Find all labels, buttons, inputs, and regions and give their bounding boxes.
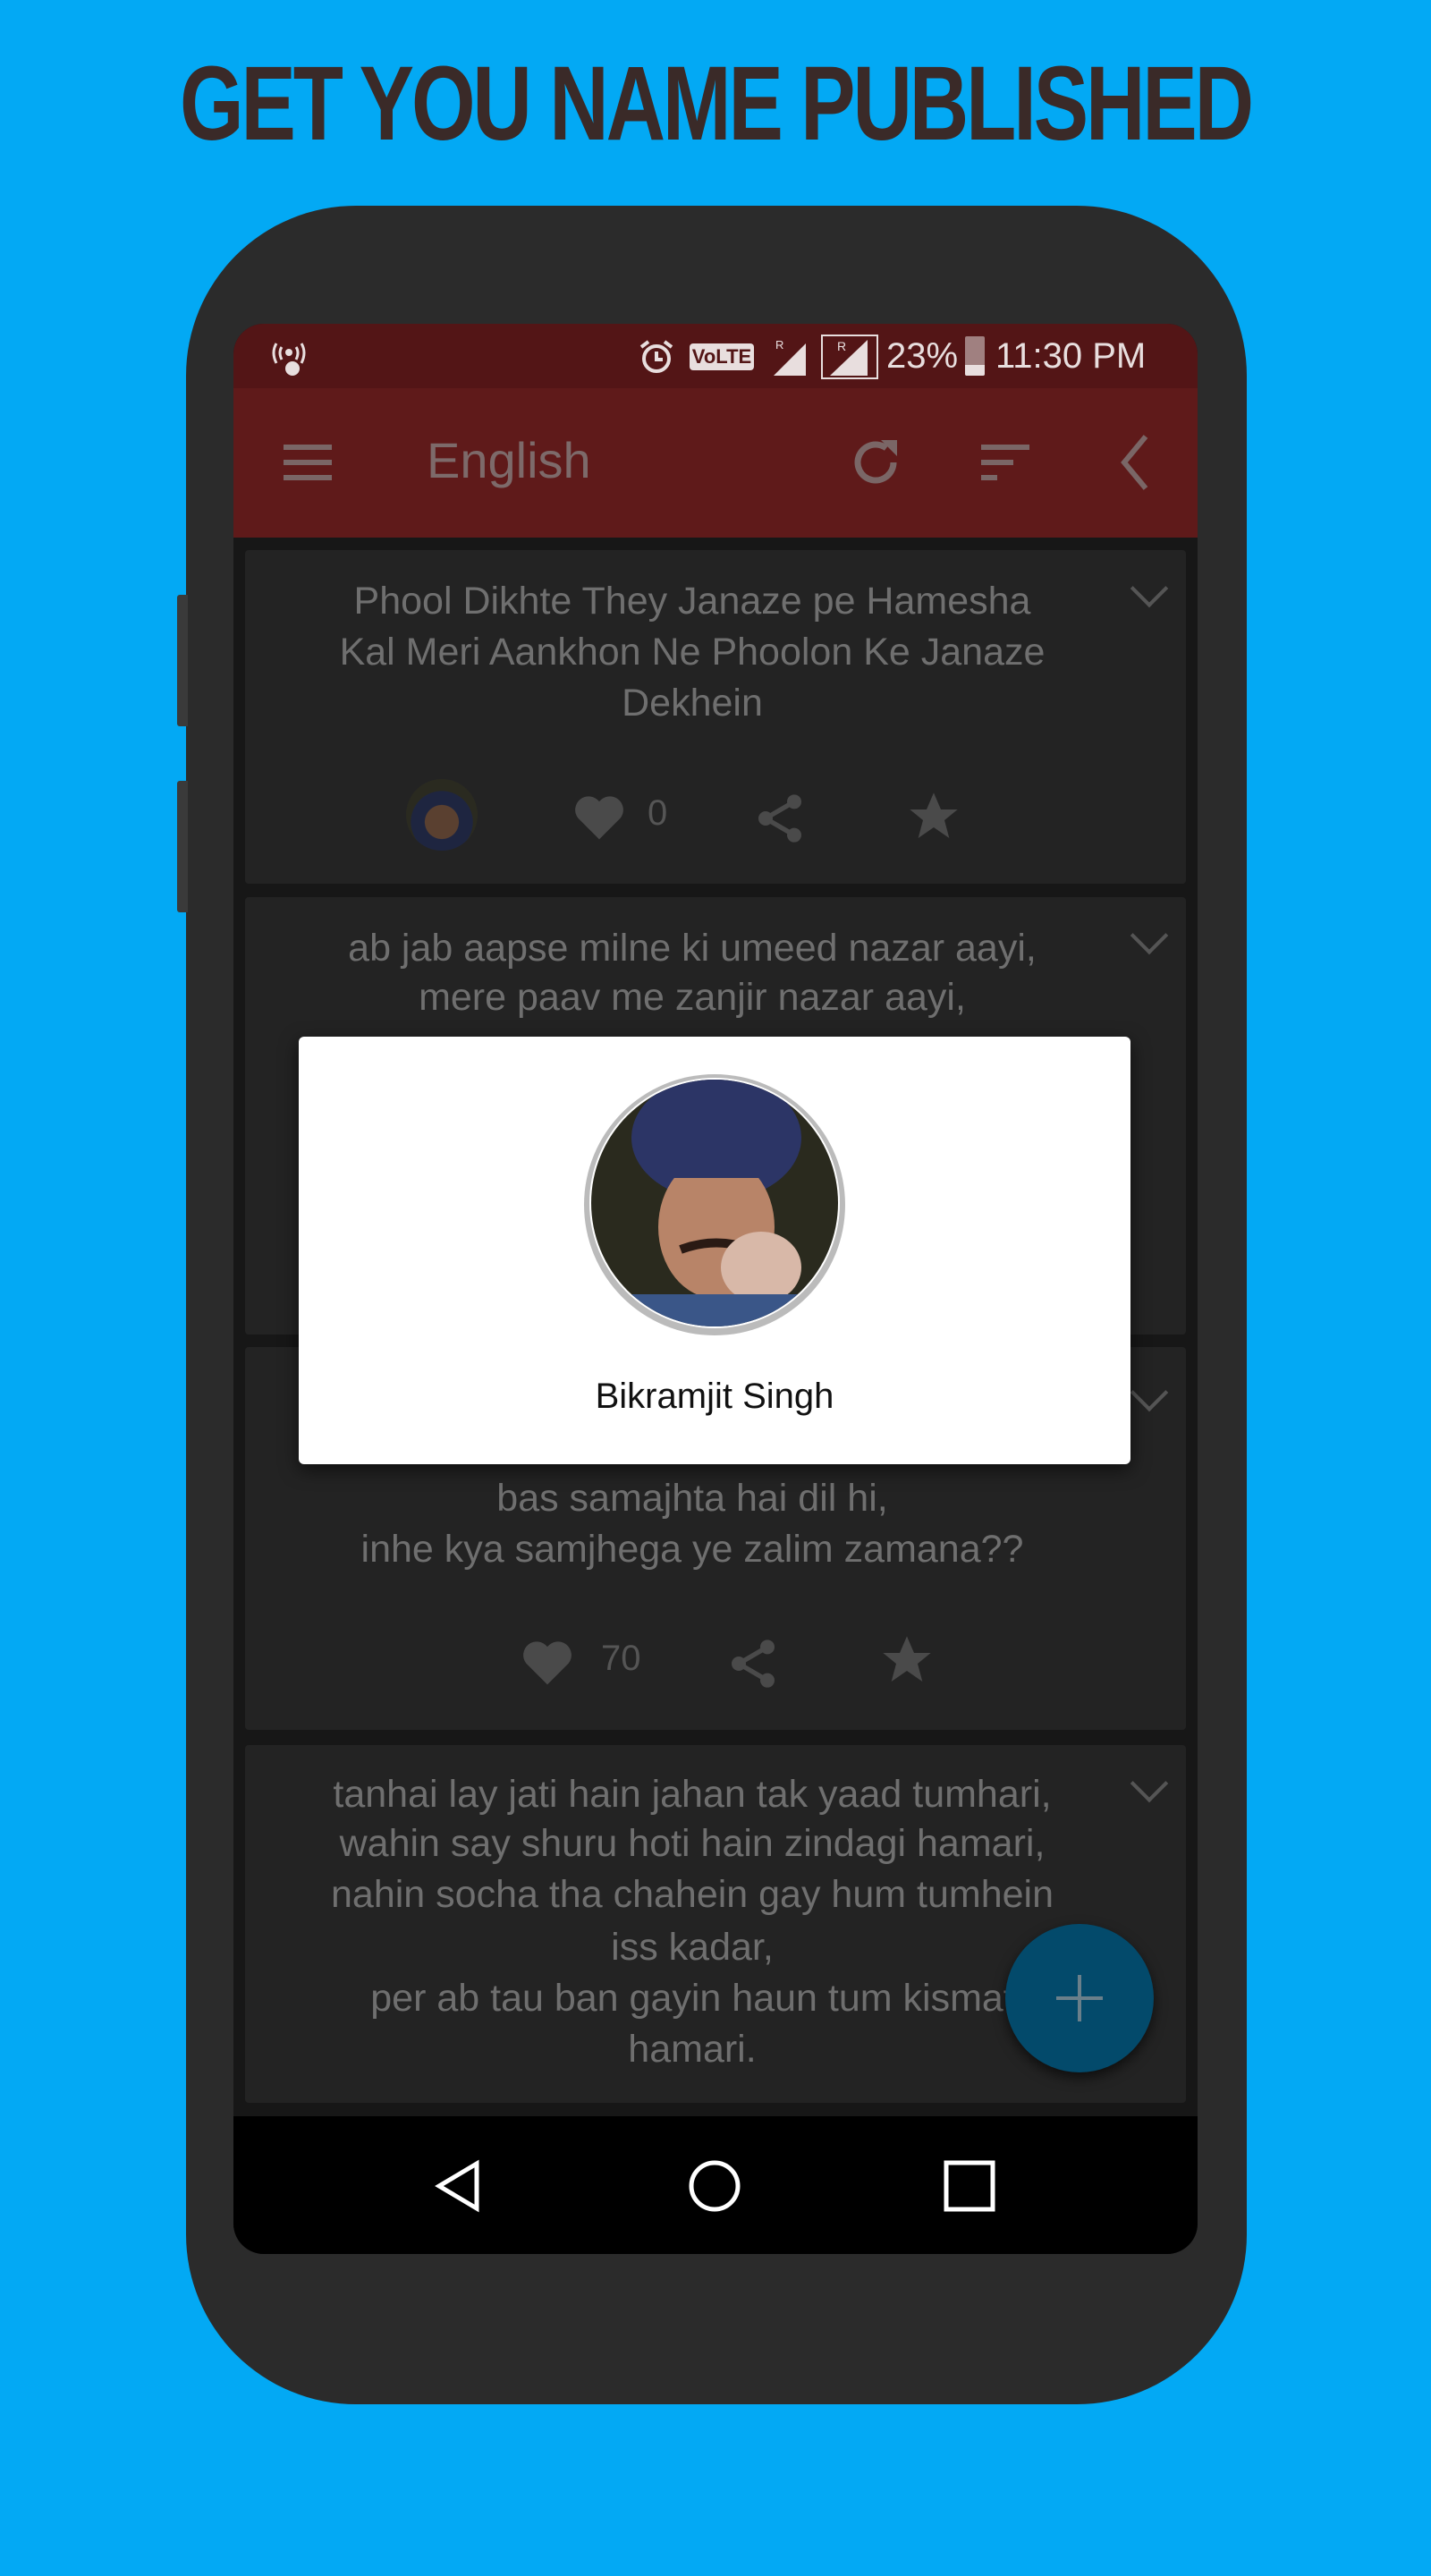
toolbar-title: English [427,432,591,488]
back-chevron-icon[interactable] [1117,433,1153,492]
nav-home-icon[interactable] [688,2159,741,2213]
plus-icon [1056,1975,1103,2021]
post-text-line: Dekhein [622,682,763,724]
profile-photo [584,1074,845,1335]
alarm-icon [639,340,673,373]
post-text-line: inhe kya samjhega ye zalim zamana?? [360,1528,1024,1571]
share-icon[interactable] [724,1635,782,1692]
menu-icon[interactable] [282,442,334,483]
nav-back-icon[interactable] [432,2159,486,2213]
svg-text:R: R [775,338,783,352]
toolbar: English [233,388,1198,538]
battery-icon [965,336,985,376]
heart-icon[interactable] [571,790,628,842]
refresh-icon[interactable] [849,435,904,490]
post-text-line: nahin socha tha chahein gay hum tumhein [331,1873,1054,1916]
navigation-bar [233,2116,1198,2254]
clock: 11:30 PM [995,336,1147,376]
post-text-line: iss kadar, [611,1926,774,1969]
profile-dialog: Bikramjit Singh [299,1037,1130,1464]
post-text-line: hamari. [628,2028,757,2071]
like-count: 70 [601,1639,641,1678]
heart-icon[interactable] [519,1635,576,1687]
volume-up-button [177,595,188,726]
sort-icon[interactable] [979,442,1031,483]
post-card[interactable]: Phool Dikhte They Janaze pe Hamesha Kal … [245,550,1186,884]
nav-recents-icon[interactable] [943,2159,996,2213]
headline: GET YOU NAME PUBLISHED [180,45,1254,163]
signal-sim1-icon: R [774,338,806,376]
add-post-fab[interactable] [1005,1924,1154,2072]
svg-text:R: R [837,339,846,353]
post-text-line: Phool Dikhte They Janaze pe Hamesha [353,580,1031,623]
volte-icon: VoLTE [690,343,754,370]
battery-percent: 23% [886,336,959,376]
post-text-line: Kal Meri Aankhon Ne Phoolon Ke Janaze [339,631,1046,674]
profile-name: Bikramjit Singh [595,1377,834,1416]
signal-sim2-icon: R [821,335,878,379]
status-bar: VoLTE R R 23% 11:30 PM [233,324,1198,388]
volume-down-button [177,781,188,912]
post-text-line: ab jab aapse milne ki umeed nazar aayi, [348,927,1037,970]
hotspot-icon [272,343,306,376]
like-count: 0 [648,793,668,833]
star-icon[interactable] [905,788,962,845]
post-text-line: bas samajhta hai dil hi, [496,1477,888,1520]
post-text-line: mere paav me zanjir nazar aayi, [419,976,966,1019]
share-icon[interactable] [751,790,809,847]
expand-chevron-icon[interactable] [1130,1373,1169,1412]
post-text-line: tanhai lay jati hain jahan tak yaad tumh… [333,1773,1052,1816]
author-avatar[interactable] [406,779,478,851]
post-text-line: wahin say shuru hoti hain zindagi hamari… [339,1822,1046,1865]
star-icon[interactable] [878,1631,936,1689]
